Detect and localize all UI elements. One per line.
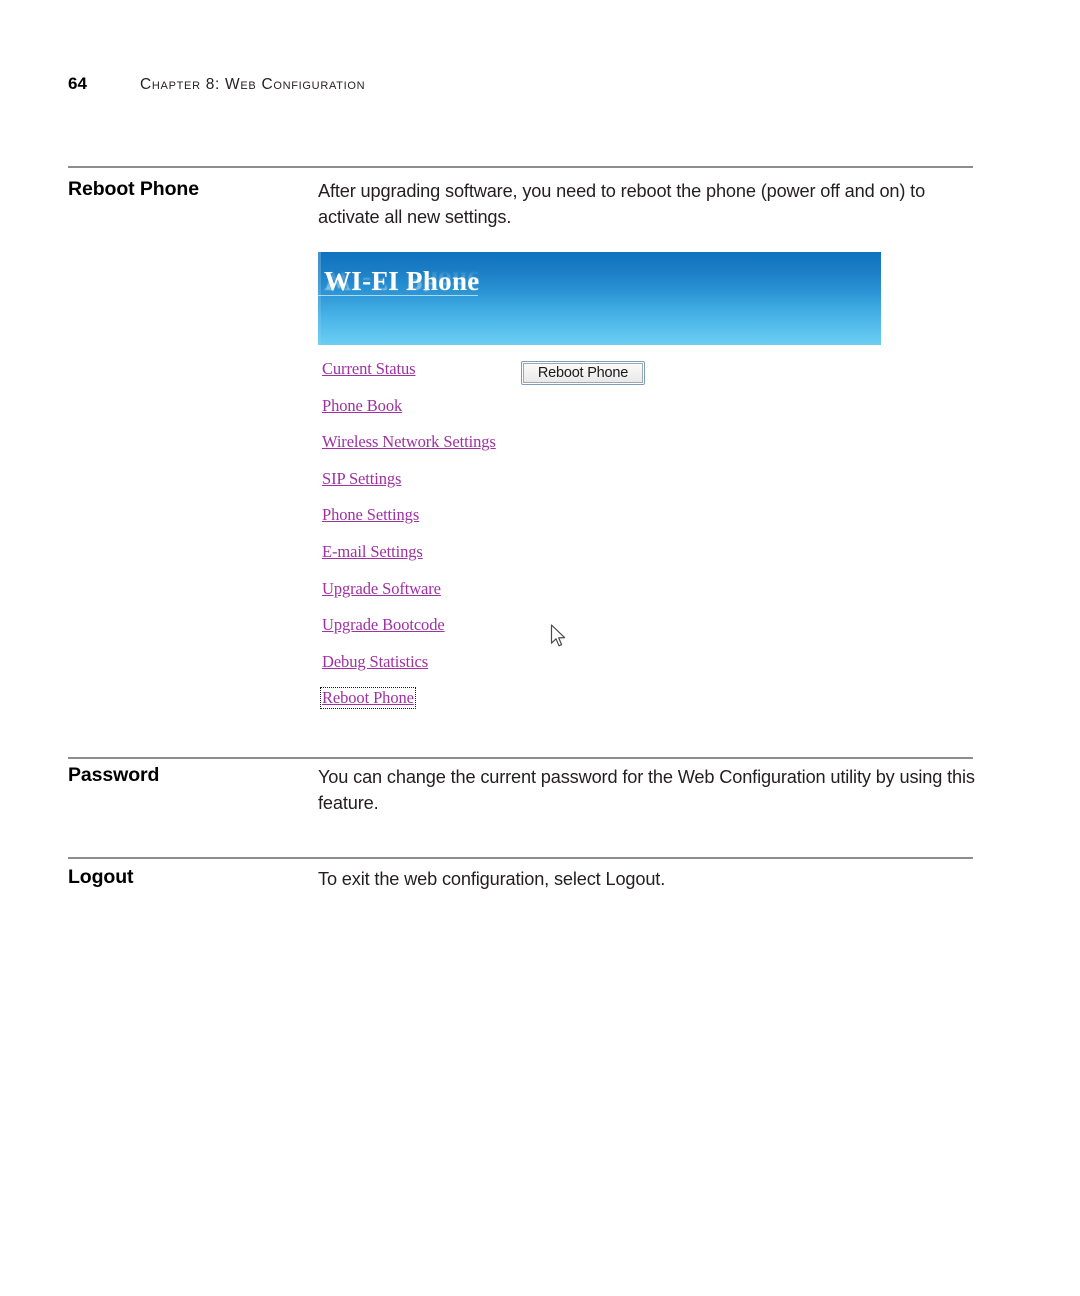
page-running-head: 64 Chapter 8: Web Configuration [68,74,365,94]
nav-link-upgrade-bootcode[interactable]: Upgrade Bootcode [322,616,445,634]
nav-link-phone-settings[interactable]: Phone Settings [322,506,419,524]
section-reboot-phone: Reboot Phone After upgrading software, y… [68,178,978,230]
section-term: Password [68,764,160,786]
web-configuration-screenshot: WI-FI Phone WI-FI Phone Current Status P… [318,252,881,712]
reboot-phone-button-label: Reboot Phone [523,363,643,383]
config-nav-list: Current Status Phone Book Wireless Netwo… [320,360,562,726]
section-divider-rule [68,166,973,168]
page-number: 64 [68,74,87,93]
section-logout: Logout To exit the web configuration, se… [68,866,978,892]
nav-link-current-status[interactable]: Current Status [322,360,416,378]
nav-link-sip-settings[interactable]: SIP Settings [322,469,401,488]
nav-link-email-settings[interactable]: E-mail Settings [322,542,423,561]
section-body: To exit the web configuration, select Lo… [318,869,666,889]
reboot-phone-button[interactable]: Reboot Phone [521,361,645,385]
section-term: Logout [68,866,134,888]
banner-title-reflection: WI-FI Phone [324,266,480,296]
nav-link-reboot-phone[interactable]: Reboot Phone [320,687,416,710]
nav-link-phone-book[interactable]: Phone Book [322,396,402,415]
nav-link-wireless-network-settings[interactable]: Wireless Network Settings [322,433,496,451]
section-divider-rule [68,757,973,759]
wifi-phone-banner: WI-FI Phone WI-FI Phone [318,252,881,345]
chapter-title: Chapter 8: Web Configuration [140,76,366,93]
section-divider-rule [68,857,973,859]
nav-link-debug-statistics[interactable]: Debug Statistics [322,652,428,671]
banner-left-edge [318,252,321,345]
section-password: Password You can change the current pass… [68,764,978,816]
section-term: Reboot Phone [68,178,199,200]
nav-link-upgrade-software[interactable]: Upgrade Software [322,579,441,598]
section-body: You can change the current password for … [318,767,975,813]
section-body: After upgrading software, you need to re… [318,181,926,227]
